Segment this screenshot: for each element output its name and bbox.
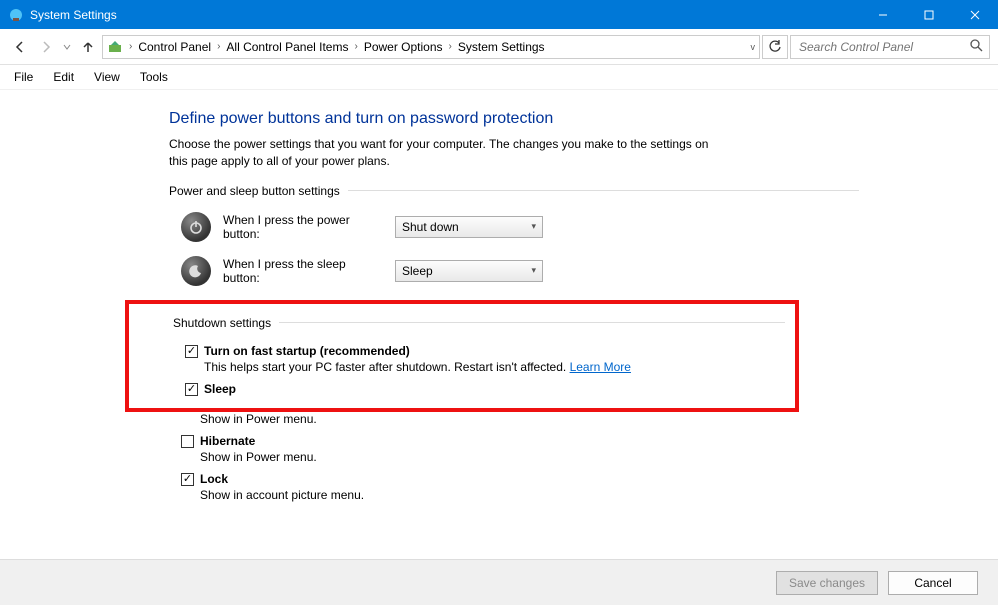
fast-startup-row: Turn on fast startup (recommended)	[173, 344, 785, 358]
window-title: System Settings	[30, 8, 117, 22]
menu-tools[interactable]: Tools	[132, 68, 176, 86]
cancel-button[interactable]: Cancel	[888, 571, 978, 595]
up-button[interactable]	[76, 35, 100, 59]
menu-file[interactable]: File	[6, 68, 41, 86]
sleep-button-label: When I press the sleep button:	[223, 257, 383, 285]
save-button[interactable]: Save changes	[776, 571, 878, 595]
lock-desc: Show in account picture menu.	[169, 488, 859, 502]
fast-startup-label: Turn on fast startup (recommended)	[204, 344, 410, 358]
content-area: Define power buttons and turn on passwor…	[0, 89, 998, 559]
back-button[interactable]	[8, 35, 32, 59]
highlight-annotation: Shutdown settings Turn on fast startup (…	[125, 300, 799, 412]
menu-view[interactable]: View	[86, 68, 128, 86]
page-title: Define power buttons and turn on passwor…	[169, 110, 859, 128]
section-label-text: Power and sleep button settings	[169, 184, 340, 198]
divider	[348, 190, 859, 191]
breadcrumb-item[interactable]: System Settings	[458, 40, 545, 54]
sleep-icon	[181, 256, 211, 286]
section-power-sleep: Power and sleep button settings	[169, 184, 859, 198]
bottom-bar: Save changes Cancel	[0, 559, 998, 605]
section-shutdown: Shutdown settings	[173, 316, 785, 330]
power-icon	[181, 212, 211, 242]
breadcrumb-item[interactable]: Control Panel	[138, 40, 211, 54]
chevron-right-icon: ›	[127, 41, 134, 52]
sleep-label: Sleep	[204, 382, 236, 396]
close-button[interactable]	[952, 0, 998, 29]
power-button-combo[interactable]: Shut down ▾	[395, 216, 543, 238]
power-button-label: When I press the power button:	[223, 213, 383, 241]
refresh-button[interactable]	[762, 35, 788, 59]
page-description: Choose the power settings that you want …	[169, 136, 729, 170]
hibernate-desc: Show in Power menu.	[169, 450, 859, 464]
location-icon	[107, 39, 123, 55]
address-row: › Control Panel › All Control Panel Item…	[0, 29, 998, 65]
search-input[interactable]	[797, 39, 970, 55]
section-label-text: Shutdown settings	[173, 316, 271, 330]
search-icon[interactable]	[970, 39, 983, 55]
sleep-button-row: When I press the sleep button: Sleep ▾	[169, 256, 859, 286]
fast-startup-checkbox[interactable]	[185, 345, 198, 358]
hibernate-row: Hibernate	[169, 434, 859, 448]
lock-label: Lock	[200, 472, 228, 486]
lock-checkbox[interactable]	[181, 473, 194, 486]
forward-button[interactable]	[34, 35, 58, 59]
fast-startup-desc: This helps start your PC faster after sh…	[173, 360, 785, 374]
history-dropdown[interactable]	[60, 43, 74, 51]
titlebar: System Settings	[0, 0, 998, 29]
sleep-row: Sleep	[173, 382, 785, 396]
chevron-down-icon: ▾	[531, 221, 536, 232]
minimize-button[interactable]	[860, 0, 906, 29]
menu-edit[interactable]: Edit	[45, 68, 82, 86]
menu-bar: File Edit View Tools	[0, 65, 998, 89]
hibernate-label: Hibernate	[200, 434, 255, 448]
chevron-down-icon: ▾	[531, 265, 536, 276]
divider	[279, 322, 785, 323]
sleep-checkbox[interactable]	[185, 383, 198, 396]
breadcrumb-item[interactable]: Power Options	[364, 40, 443, 54]
app-icon	[8, 7, 24, 23]
chevron-right-icon: ›	[447, 41, 454, 52]
fast-startup-desc-text: This helps start your PC faster after sh…	[204, 360, 570, 374]
chevron-right-icon: ›	[352, 41, 359, 52]
breadcrumb-item[interactable]: All Control Panel Items	[226, 40, 348, 54]
chevron-right-icon: ›	[215, 41, 222, 52]
sleep-desc: Show in Power menu.	[169, 412, 859, 426]
combo-value: Sleep	[402, 264, 433, 278]
learn-more-link[interactable]: Learn More	[570, 360, 631, 374]
hibernate-checkbox[interactable]	[181, 435, 194, 448]
sleep-button-combo[interactable]: Sleep ▾	[395, 260, 543, 282]
search-box[interactable]	[790, 35, 990, 59]
address-bar[interactable]: › Control Panel › All Control Panel Item…	[102, 35, 760, 59]
lock-row: Lock	[169, 472, 859, 486]
power-button-row: When I press the power button: Shut down…	[169, 212, 859, 242]
address-dropdown[interactable]: v	[751, 42, 756, 52]
combo-value: Shut down	[402, 220, 459, 234]
maximize-button[interactable]	[906, 0, 952, 29]
